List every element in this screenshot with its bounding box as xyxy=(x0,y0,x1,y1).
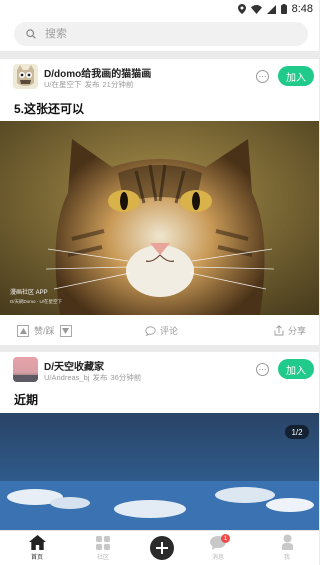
post-card[interactable]: D/天空收藏家 U/Andreas_bj 发布 36分钟前 ··· 加入 近期 1/… xyxy=(0,352,319,530)
signal-icon xyxy=(266,4,276,14)
post-title[interactable]: 5.这张还可以 xyxy=(14,100,84,117)
post-action: 发布 xyxy=(84,80,100,89)
notification-badge: 1 xyxy=(221,534,230,543)
tab-home[interactable]: 首页 xyxy=(12,531,62,565)
share-label: 分享 xyxy=(288,326,307,336)
post-time: 21分钟前 xyxy=(102,80,134,89)
ellipsis-icon: ··· xyxy=(258,364,267,374)
tab-home-label: 首页 xyxy=(30,555,43,561)
post-actions: 赞/踩 评论 分享 xyxy=(0,318,319,345)
tab-profile[interactable]: 我 xyxy=(262,531,312,565)
triangle-up-icon xyxy=(19,327,27,334)
group-name[interactable]: D/天空收藏家 xyxy=(44,358,104,373)
tab-messages[interactable]: 消息 xyxy=(193,531,243,565)
group-avatar[interactable] xyxy=(13,64,38,89)
group-avatar[interactable] xyxy=(13,357,38,382)
post-meta: U/Andreas_bj 发布 36分钟前 xyxy=(44,372,144,383)
post-image[interactable] xyxy=(0,413,319,530)
comment-label: 评论 xyxy=(160,326,179,336)
post-meta: U/在星空下 发布 21分钟前 xyxy=(44,79,136,90)
status-time: 8:48 xyxy=(291,3,313,15)
author-name[interactable]: U/Andreas_bj xyxy=(44,373,89,382)
post-header: D/天空收藏家 U/Andreas_bj 发布 36分钟前 ··· 加入 xyxy=(0,352,319,384)
post-image[interactable]: 漫画社区 APP D/天刷Domo · U/在星空下 xyxy=(0,121,319,315)
post-header: D/domo给我画的猫猫画 U/在星空下 发布 21分钟前 ··· 加入 xyxy=(0,59,319,91)
search-bar xyxy=(0,19,319,51)
search-input[interactable] xyxy=(45,28,265,40)
author-name[interactable]: U/在星空下 xyxy=(44,80,82,89)
tab-community[interactable]: 社区 xyxy=(78,531,128,565)
tab-community-label: 社区 xyxy=(96,555,109,561)
ellipsis-icon: ··· xyxy=(258,71,267,81)
share-icon xyxy=(274,325,284,336)
status-icons: 8:48 xyxy=(237,3,313,15)
vote-group: 赞/踩 xyxy=(17,324,72,337)
triangle-down-icon xyxy=(62,327,70,334)
image-watermark: 漫画社区 APP D/天刷Domo · U/在星空下 xyxy=(10,287,62,305)
plus-icon xyxy=(156,542,168,554)
status-bar: 8:48 xyxy=(0,0,319,19)
search-box[interactable] xyxy=(14,22,308,46)
watermark-brand: 漫画社区 APP xyxy=(10,290,48,296)
post-action: 发布 xyxy=(92,373,108,382)
tab-messages-label: 消息 xyxy=(211,555,224,561)
post-title[interactable]: 近期 xyxy=(14,391,38,408)
watermark-credit: D/天刷Domo · U/在星空下 xyxy=(10,299,63,304)
comment-icon xyxy=(145,325,156,336)
more-options-button[interactable]: ··· xyxy=(256,363,269,376)
search-icon xyxy=(26,29,36,39)
join-button[interactable]: 加入 xyxy=(278,359,314,379)
vote-label: 赞/踩 xyxy=(34,326,55,336)
battery-icon xyxy=(280,4,287,14)
person-icon xyxy=(281,534,293,550)
post-card[interactable]: D/domo给我画的猫猫画 U/在星空下 发布 21分钟前 ··· 加入 5.这张还… xyxy=(0,59,319,345)
create-post-button[interactable] xyxy=(150,536,174,560)
share-button[interactable]: 分享 xyxy=(274,324,306,337)
upvote-button[interactable] xyxy=(17,324,29,337)
grid-icon xyxy=(96,536,110,550)
group-name[interactable]: D/domo给我画的猫猫画 xyxy=(44,65,151,80)
home-icon xyxy=(28,535,46,550)
bottom-tab-bar: 首页 社区 消息 1 我 xyxy=(0,530,319,565)
downvote-button[interactable] xyxy=(59,324,72,337)
location-icon xyxy=(237,4,246,14)
more-options-button[interactable]: ··· xyxy=(256,70,269,83)
image-page-indicator: 1/2 xyxy=(285,425,309,439)
post-time: 36分钟前 xyxy=(110,373,142,382)
wifi-icon xyxy=(250,4,262,14)
comment-button[interactable]: 评论 xyxy=(145,324,178,337)
tab-profile-label: 我 xyxy=(283,555,290,561)
join-button[interactable]: 加入 xyxy=(278,66,314,86)
